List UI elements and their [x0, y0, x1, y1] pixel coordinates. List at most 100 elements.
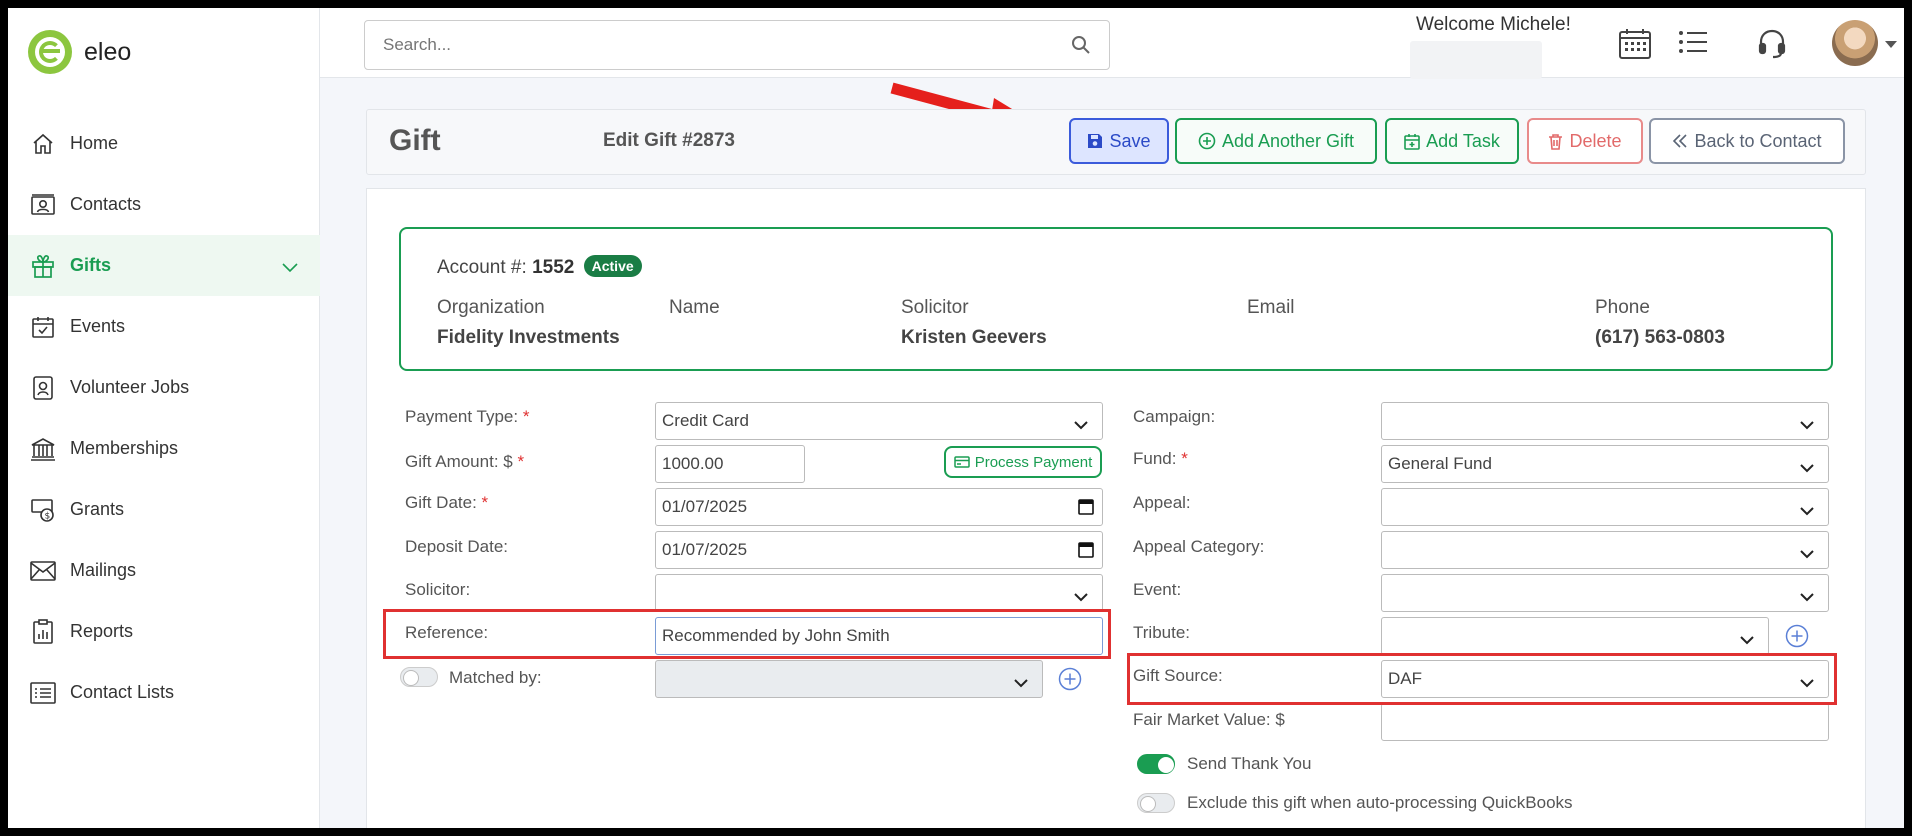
solicitor-info: Solicitor Kristen Geevers [901, 297, 1047, 349]
caret-down-icon[interactable] [1885, 36, 1897, 54]
sidebar-item-label: Memberships [70, 438, 179, 458]
sidebar-item-gifts[interactable]: Gifts [8, 235, 320, 296]
sidebar-item-contacts[interactable]: Contacts [8, 174, 320, 235]
deposit-date-label: Deposit Date: [405, 537, 508, 556]
fund-select[interactable]: General Fund [1381, 445, 1829, 483]
home-icon [28, 129, 58, 159]
gift-amount-label: Gift Amount: $ * [405, 452, 525, 471]
contacts-icon [28, 190, 58, 220]
search-input[interactable] [365, 21, 1109, 69]
calendar-check-icon [28, 312, 58, 342]
add-tribute-icon[interactable] [1785, 624, 1809, 653]
avatar[interactable] [1832, 20, 1878, 66]
trash-icon [1549, 133, 1563, 150]
phone-value: (617) 563-0803 [1595, 327, 1725, 348]
sidebar-item-reports[interactable]: Reports [8, 601, 320, 662]
sidebar-item-memberships[interactable]: Memberships [8, 418, 320, 479]
campaign-label: Campaign: [1133, 407, 1216, 426]
appeal-select[interactable] [1381, 488, 1829, 526]
fair-market-value-input[interactable] [1381, 703, 1829, 741]
chevron-down-icon [1800, 501, 1814, 521]
chevron-down-icon [1800, 415, 1814, 435]
calendar-icon[interactable] [1078, 541, 1094, 563]
delete-label: Delete [1569, 130, 1622, 151]
appeal-label: Appeal: [1133, 493, 1191, 512]
edit-gift-title: Edit Gift #2873 [603, 130, 735, 151]
sidebar-item-contact-lists[interactable]: Contact Lists [8, 662, 320, 723]
payment-type-select[interactable]: Credit Card [655, 402, 1103, 440]
solicitor-select[interactable] [655, 574, 1103, 612]
reference-highlight [383, 609, 1111, 659]
exclude-quickbooks-toggle[interactable] [1137, 793, 1175, 813]
organization-info: Organization Fidelity Investments [437, 297, 620, 349]
bank-icon [28, 434, 58, 464]
fund-label: Fund: * [1133, 449, 1188, 468]
headset-icon[interactable] [1758, 29, 1786, 64]
process-payment-label: Process Payment [974, 453, 1093, 471]
sidebar-item-home[interactable]: Home [8, 113, 320, 174]
list-icon [28, 678, 58, 708]
page-title: Gift [389, 124, 441, 157]
add-matched-by-icon[interactable] [1058, 667, 1082, 696]
calendar-plus-icon [1404, 133, 1420, 150]
chevron-down-icon [1074, 415, 1088, 435]
status-badge: Active [583, 255, 642, 277]
process-payment-button[interactable]: Process Payment [944, 446, 1102, 478]
name-info: Name [669, 297, 720, 327]
credit-card-icon [953, 456, 970, 468]
tribute-label: Tribute: [1133, 623, 1191, 642]
sidebar-item-label: Contacts [70, 194, 142, 214]
fair-market-value-label: Fair Market Value: $ [1133, 710, 1285, 729]
payment-type-label: Payment Type: * [405, 407, 530, 426]
appeal-category-select[interactable] [1381, 531, 1829, 569]
sidebar-item-label: Mailings [70, 560, 137, 580]
add-another-gift-button[interactable]: Add Another Gift [1175, 118, 1377, 164]
sidebar-item-events[interactable]: Events [8, 296, 320, 357]
gift-icon [28, 251, 58, 281]
page-header: Gift Edit Gift #2873 Save Add Another Gi… [366, 109, 1866, 175]
appeal-category-label: Appeal Category: [1133, 537, 1265, 556]
save-button[interactable]: Save [1069, 118, 1169, 164]
phone-info: Phone (617) 563-0803 [1595, 297, 1725, 349]
back-to-contact-button[interactable]: Back to Contact [1649, 118, 1845, 164]
search-box [364, 20, 1110, 70]
gift-amount-input[interactable]: 1000.00 [655, 445, 805, 483]
add-gift-label: Add Another Gift [1221, 130, 1355, 151]
organization-value[interactable]: Fidelity Investments [437, 327, 620, 349]
account-number: Account #: 1552 Active [437, 255, 642, 279]
sidebar-nav: Home Contacts Gifts Events Volunteer Job… [8, 113, 320, 723]
send-thank-you-label: Send Thank You [1187, 754, 1312, 773]
add-task-button[interactable]: Add Task [1385, 118, 1519, 164]
app-name: eleo [84, 37, 132, 66]
sidebar: eleo Home Contacts Gifts Events Voluntee… [8, 8, 320, 828]
chevron-down-icon [1014, 673, 1028, 693]
campaign-select[interactable] [1381, 402, 1829, 440]
matched-by-select[interactable] [655, 660, 1043, 698]
solicitor-value: Kristen Geevers [901, 327, 1047, 348]
task-list-icon[interactable] [1678, 30, 1708, 59]
email-info: Email [1247, 297, 1295, 327]
chevron-down-icon [1800, 458, 1814, 478]
gift-amount-value: 1000.00 [662, 454, 724, 473]
payment-type-value: Credit Card [662, 411, 749, 430]
badge-icon [28, 373, 58, 403]
calendar-grid-icon[interactable] [1618, 28, 1652, 65]
delete-button[interactable]: Delete [1527, 118, 1643, 164]
gift-date-input[interactable]: 01/07/2025 [655, 488, 1103, 526]
matched-by-toggle[interactable] [400, 667, 438, 687]
logo[interactable]: eleo [28, 30, 131, 74]
deposit-date-input[interactable]: 01/07/2025 [655, 531, 1103, 569]
send-thank-you-toggle[interactable] [1137, 754, 1175, 774]
sidebar-item-mailings[interactable]: Mailings [8, 540, 320, 601]
tribute-select[interactable] [1381, 617, 1769, 655]
sidebar-item-volunteer-jobs[interactable]: Volunteer Jobs [8, 357, 320, 418]
chevron-down-icon[interactable] [282, 257, 298, 278]
search-icon[interactable] [1071, 35, 1091, 60]
welcome-message: Welcome Michele! [1416, 14, 1571, 35]
phone-label: Phone [1595, 297, 1650, 318]
report-icon [28, 617, 58, 647]
sidebar-item-grants[interactable]: $ Grants [8, 479, 320, 540]
event-select[interactable] [1381, 574, 1829, 612]
calendar-icon[interactable] [1078, 498, 1094, 520]
sidebar-item-label: Grants [70, 499, 125, 519]
